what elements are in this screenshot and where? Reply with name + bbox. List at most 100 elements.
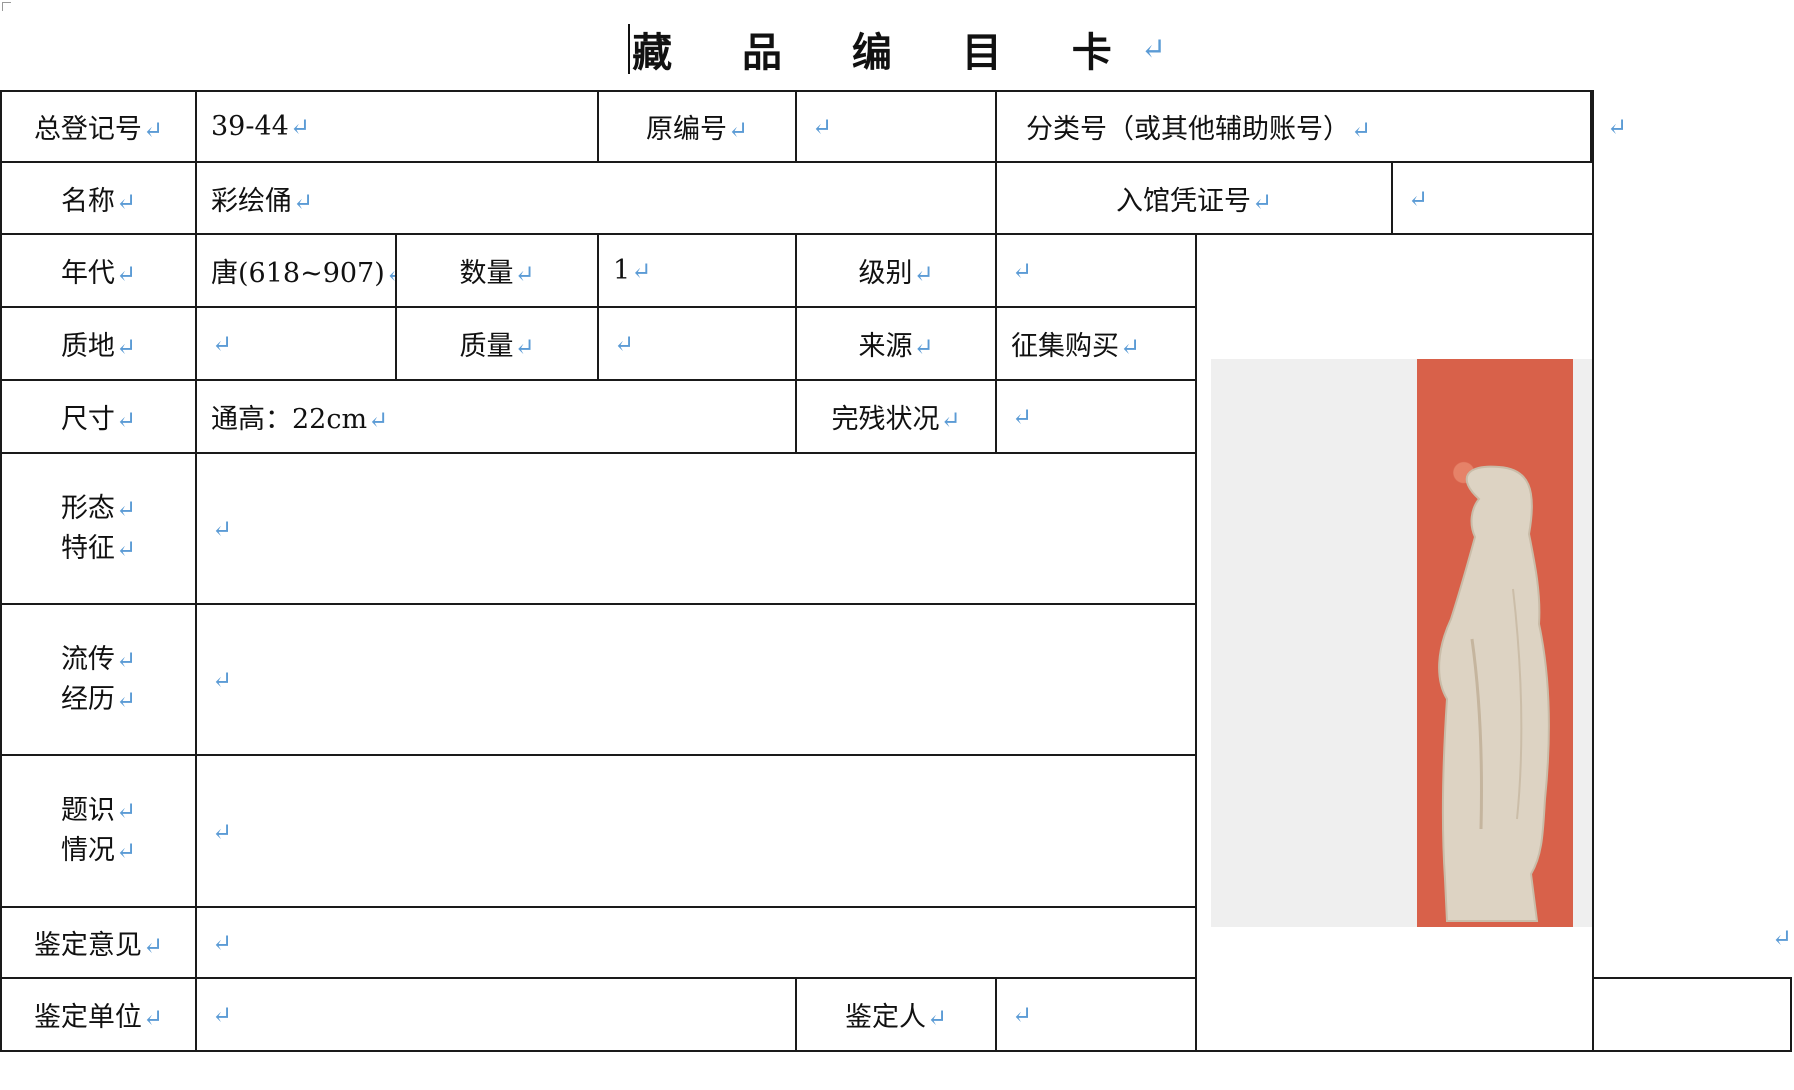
paragraph-return-icon: ↵: [631, 257, 652, 285]
paragraph-return-icon: ↵: [115, 797, 137, 825]
appraiser-label-cell: 鉴定人↵: [795, 977, 998, 1052]
paragraph-return-icon: ↵: [115, 837, 137, 865]
paragraph-return-icon: ↵: [115, 494, 137, 523]
registration-no-value-cell[interactable]: 39-44↵: [194, 90, 600, 163]
paragraph-return-icon: ↵: [926, 1004, 948, 1032]
era-label-cell: 年代↵: [0, 233, 197, 308]
dimensions-value-cell[interactable]: 通高：22cm↵: [194, 379, 798, 454]
name-value-cell[interactable]: 彩绘俑↵: [194, 161, 998, 235]
artifact-photo-frame: [1211, 358, 1592, 927]
registration-no-value: 39-44: [211, 111, 289, 142]
paragraph-return-icon: ↵: [142, 116, 164, 144]
artifact-photo-cell: [1195, 233, 1595, 1052]
provenance-value-cell[interactable]: ↵: [194, 603, 1198, 756]
paragraph-return-icon: ↵: [115, 534, 137, 563]
weight-label-cell: 质量↵: [394, 306, 600, 381]
paragraph-return-icon: ↵: [1408, 184, 1429, 213]
original-no-label-cell: 原编号↵: [597, 90, 798, 163]
form-value-cell[interactable]: ↵: [194, 452, 1198, 605]
paragraph-return-icon: ↵: [115, 645, 137, 674]
appraisal-unit-value-cell[interactable]: ↵: [194, 977, 798, 1052]
paragraph-return-icon: ↵: [115, 187, 137, 216]
appraisal-opinion-label-cell: 鉴定意见↵: [0, 906, 197, 979]
paragraph-return-icon: ↵: [142, 932, 164, 960]
card-title-text: 藏 品 编 目 卡: [632, 29, 1140, 76]
text-cursor: [628, 24, 631, 74]
appraisal-opinion-value-cell[interactable]: ↵: [194, 906, 1198, 979]
paragraph-return-icon: ↵: [115, 333, 137, 361]
quantity-label-cell: 数量↵: [394, 233, 600, 308]
catalog-card-table: 总登记号↵ 39-44↵ 原编号↵ ↵ 分类号（或其他辅助账号）↵ 名称↵ 彩绘…: [0, 90, 1792, 1052]
table-row: 总登记号↵ 39-44↵ 原编号↵ ↵ 分类号（或其他辅助账号）↵: [0, 90, 1791, 163]
artifact-photo: [1417, 358, 1574, 927]
paragraph-return-icon: ↵: [1012, 257, 1033, 285]
dimensions-value: 通高：22cm: [211, 404, 368, 435]
card-title: 藏 品 编 目 卡 ↵: [0, 14, 1794, 84]
source-label-cell: 来源↵: [795, 306, 998, 381]
paragraph-return-icon: ↵: [614, 330, 635, 358]
era-value: 唐(618~907): [211, 258, 385, 289]
category-no-value-cell[interactable]: ↵: [1590, 92, 1790, 161]
paragraph-return-icon: ↵: [727, 116, 749, 144]
source-value: 征集购买: [1011, 331, 1120, 362]
appraisal-unit-label-cell: 鉴定单位↵: [0, 977, 197, 1052]
paragraph-return-icon: ↵: [1251, 187, 1273, 216]
grade-label-cell: 级别↵: [795, 233, 998, 308]
entry-voucher-label-cell: 入馆凭证号↵: [995, 161, 1394, 235]
paragraph-return-icon: ↵: [212, 929, 233, 957]
paragraph-return-icon: ↵: [913, 260, 934, 288]
paragraph-return-icon: ↵: [212, 330, 233, 358]
inscription-value-cell[interactable]: ↵: [194, 754, 1198, 908]
table-row: 名称↵ 彩绘俑↵ 入馆凭证号↵ ↵: [0, 161, 1791, 235]
paragraph-return-icon: ↵: [1350, 116, 1372, 144]
paragraph-return-icon: ↵: [289, 113, 310, 141]
name-label-cell: 名称↵: [0, 161, 197, 235]
paragraph-return-icon: ↵: [368, 406, 389, 434]
paragraph-return-icon: ↵: [913, 333, 934, 361]
paragraph-return-icon: ↵: [142, 1004, 164, 1032]
material-value-cell[interactable]: ↵: [195, 306, 397, 381]
paragraph-return-icon: ↵: [115, 685, 137, 714]
paragraph-return-icon: ↵: [115, 406, 137, 434]
paragraph-return-icon: ↵: [293, 187, 314, 216]
figurine-illustration: [1438, 465, 1550, 922]
category-no-label-cell: 分类号（或其他辅助账号）↵: [995, 90, 1595, 163]
paragraph-return-icon: ↵: [115, 260, 137, 288]
paragraph-return-icon: ↵: [1140, 31, 1166, 67]
empty-photo-footer-cell: [1592, 977, 1792, 1052]
condition-value-cell[interactable]: ↵: [995, 379, 1198, 454]
paragraph-return-icon: ↵: [212, 1001, 233, 1029]
paragraph-return-icon: ↵: [940, 406, 961, 434]
inscription-label-cell: 题识↵ 情况↵: [0, 754, 197, 908]
table-row: 年代↵ 唐(618~907)↵ 数量↵ 1↵ 级别↵ ↵: [0, 233, 1791, 1052]
name-value: 彩绘俑: [211, 185, 292, 217]
registration-no-label-cell: 总登记号↵: [0, 90, 197, 163]
paragraph-return-icon: ↵: [212, 817, 233, 846]
grade-value-cell[interactable]: ↵: [995, 233, 1198, 308]
page-corner-mark: [2, 2, 11, 11]
paragraph-return-icon: ↵: [1607, 112, 1628, 141]
paragraph-return-icon: ↵: [212, 666, 233, 694]
weight-value-cell[interactable]: ↵: [597, 306, 798, 381]
source-value-cell[interactable]: 征集购买↵: [995, 306, 1198, 381]
appraiser-value-cell[interactable]: ↵: [995, 977, 1198, 1052]
form-label-cell: 形态↵ 特征↵: [0, 452, 197, 605]
paragraph-return-icon: ↵: [386, 260, 394, 288]
dimensions-label-cell: 尺寸↵: [0, 379, 197, 454]
condition-label-cell: 完残状况↵: [795, 379, 998, 454]
quantity-value: 1: [613, 255, 631, 286]
paragraph-return-icon: ↵: [1120, 333, 1141, 361]
paragraph-return-icon: ↵: [212, 515, 233, 543]
paragraph-return-icon: ↵: [1771, 924, 1792, 952]
paragraph-return-icon: ↵: [1012, 1001, 1033, 1029]
entry-voucher-value-cell[interactable]: ↵: [1391, 161, 1595, 235]
material-label-cell: 质地↵: [0, 306, 197, 381]
paragraph-return-icon: ↵: [514, 333, 535, 361]
quantity-value-cell[interactable]: 1↵: [597, 233, 798, 308]
provenance-label-cell: 流传↵ 经历↵: [0, 603, 197, 756]
original-no-value-cell[interactable]: ↵: [795, 90, 998, 163]
era-value-cell[interactable]: 唐(618~907)↵: [195, 233, 397, 308]
paragraph-return-icon: ↵: [1012, 403, 1033, 431]
paragraph-return-icon: ↵: [514, 260, 535, 288]
paragraph-return-icon: ↵: [812, 113, 833, 141]
